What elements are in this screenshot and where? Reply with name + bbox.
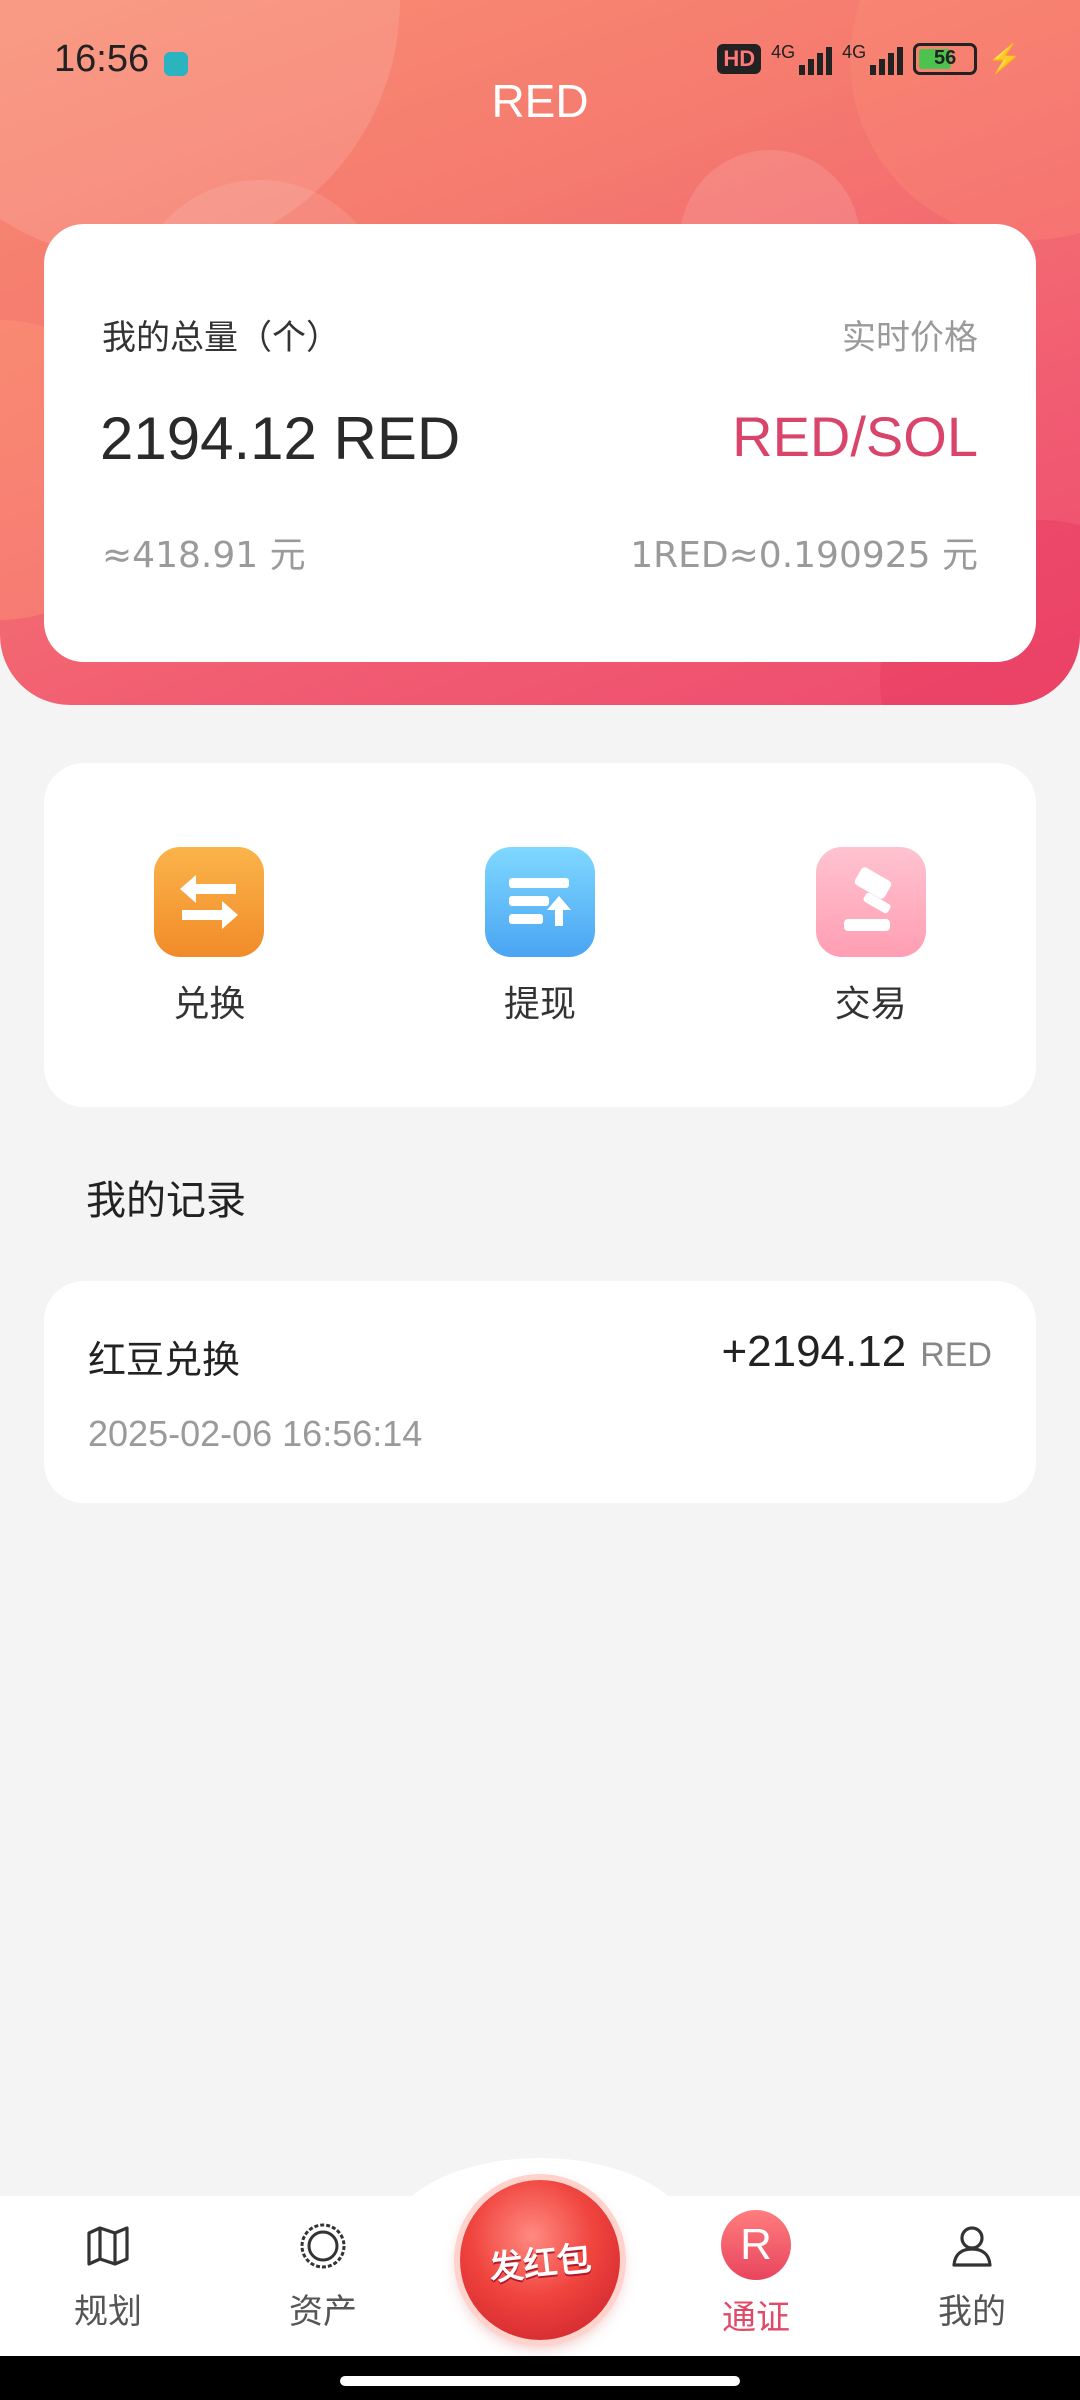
signal-icon-2 xyxy=(870,43,904,75)
status-right: HD 4G 4G 56 ⚡ xyxy=(717,42,1022,75)
ring-icon xyxy=(295,2218,351,2274)
actions-card: 兑换 提现 交易 xyxy=(44,763,1036,1107)
summary-card: 我的总量（个） 实时价格 2194.12 RED RED/SOL ≈418.91… xyxy=(44,224,1036,662)
red-packet-button[interactable]: 发红包 xyxy=(460,2180,620,2340)
record-name: 红豆兑换 xyxy=(88,1338,241,1382)
charging-icon: ⚡ xyxy=(987,43,1022,74)
total-amount: 2194.12 RED xyxy=(100,405,461,472)
nav-label-assets: 资产 xyxy=(289,2292,357,2332)
red-packet-label: 发红包 xyxy=(487,2238,594,2289)
record-datetime: 2025-02-06 16:56:14 xyxy=(88,1413,423,1454)
withdraw-button[interactable]: 提现 xyxy=(430,847,650,1107)
nav-item-assets[interactable]: 资产 xyxy=(243,2218,403,2333)
trade-button[interactable]: 交易 xyxy=(761,847,981,1107)
nav-label-planning: 规划 xyxy=(74,2292,142,2332)
map-icon xyxy=(80,2218,136,2274)
record-amount-value: +2194.12 xyxy=(721,1327,907,1376)
network-label-2: 4G xyxy=(842,42,867,62)
cny-value: ≈418.91 元 xyxy=(102,535,306,576)
auction-hammer-icon xyxy=(815,847,926,957)
network-label: 4G xyxy=(771,42,796,62)
withdraw-icon xyxy=(484,847,595,957)
page-title: RED xyxy=(491,75,589,127)
r-badge-icon: R xyxy=(721,2210,791,2280)
exchange-rate: 1RED≈0.190925 元 xyxy=(630,535,978,576)
withdraw-label: 提现 xyxy=(503,984,576,1025)
battery-icon: 56 xyxy=(913,42,978,75)
price-label: 实时价格 xyxy=(842,318,978,358)
notification-icon xyxy=(164,52,188,76)
nav-item-token[interactable]: R 通证 xyxy=(676,2210,836,2339)
record-amount-unit: RED xyxy=(920,1336,992,1374)
nav-item-planning[interactable]: 规划 xyxy=(28,2218,188,2333)
home-indicator[interactable] xyxy=(0,2356,1080,2400)
exchange-label: 兑换 xyxy=(173,984,246,1025)
swap-icon xyxy=(154,847,265,957)
total-label: 我的总量（个） xyxy=(102,318,340,358)
record-amount: +2194.12 RED xyxy=(721,1327,992,1377)
records-title: 我的记录 xyxy=(86,1178,246,1224)
list-item[interactable]: 红豆兑换 +2194.12 RED 2025-02-06 16:56:14 xyxy=(44,1281,1036,1503)
nav-label-me: 我的 xyxy=(938,2292,1006,2332)
exchange-button[interactable]: 兑换 xyxy=(99,847,319,1107)
nav-item-me[interactable]: 我的 xyxy=(892,2218,1052,2333)
trade-label: 交易 xyxy=(834,984,907,1025)
price-pair[interactable]: RED/SOL xyxy=(732,404,978,469)
nav-label-token: 通证 xyxy=(722,2298,790,2338)
signal-icon xyxy=(799,43,833,75)
hd-icon: HD xyxy=(717,43,762,74)
user-icon xyxy=(944,2218,1000,2274)
